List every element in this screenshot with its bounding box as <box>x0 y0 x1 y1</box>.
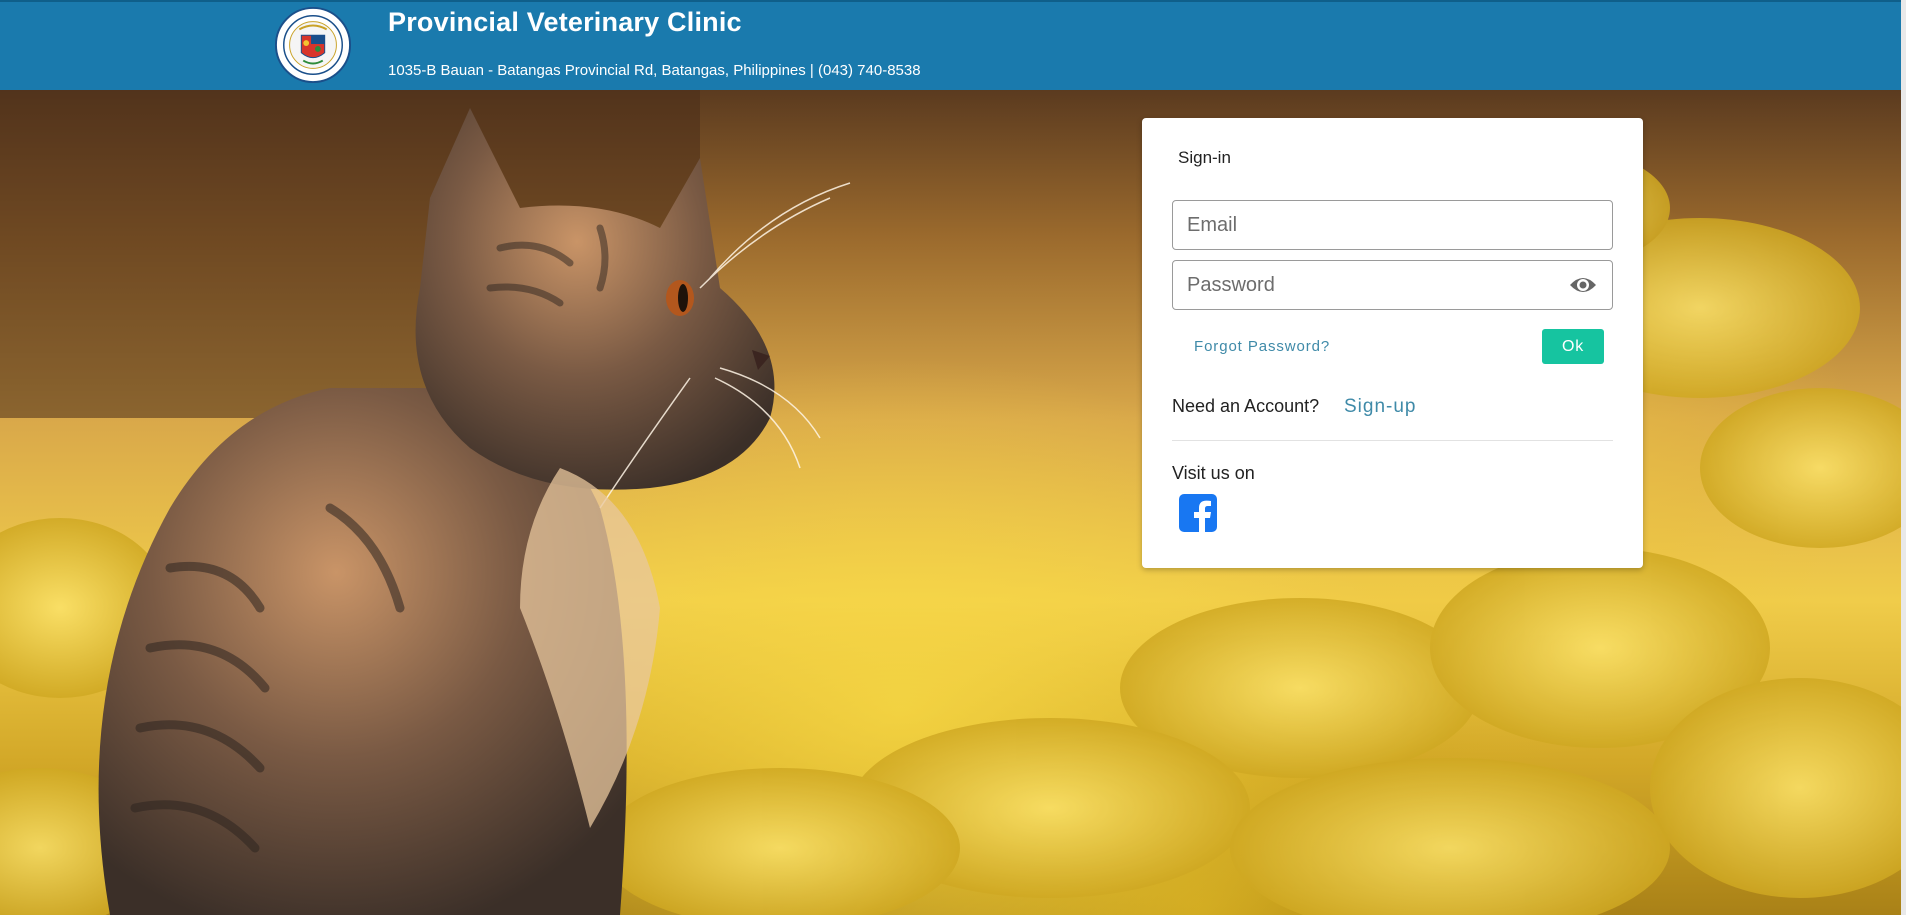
scrollbar-edge <box>1901 0 1906 915</box>
facebook-icon[interactable] <box>1179 494 1217 532</box>
site-header: Provincial Veterinary Clinic 1035-B Baua… <box>0 0 1901 90</box>
site-title: Provincial Veterinary Clinic <box>388 7 742 37</box>
forgot-password-link[interactable]: Forgot Password? <box>1194 338 1330 355</box>
email-input[interactable] <box>1172 200 1613 250</box>
signin-card: Sign-in Forgot Password? Ok Need an Acco… <box>1142 118 1643 568</box>
ok-button[interactable]: Ok <box>1542 329 1604 364</box>
signup-link[interactable]: Sign-up <box>1344 396 1417 418</box>
visit-us-label: Visit us on <box>1172 463 1255 483</box>
provincial-seal-logo <box>274 6 352 84</box>
site-address: 1035-B Bauan - Batangas Provincial Rd, B… <box>388 62 921 79</box>
signin-title: Sign-in <box>1178 148 1231 167</box>
password-input[interactable] <box>1172 260 1613 310</box>
eye-icon[interactable] <box>1568 273 1598 297</box>
page: Provincial Veterinary Clinic 1035-B Baua… <box>0 0 1906 915</box>
need-account-text: Need an Account? <box>1172 396 1320 416</box>
divider <box>1172 440 1613 441</box>
